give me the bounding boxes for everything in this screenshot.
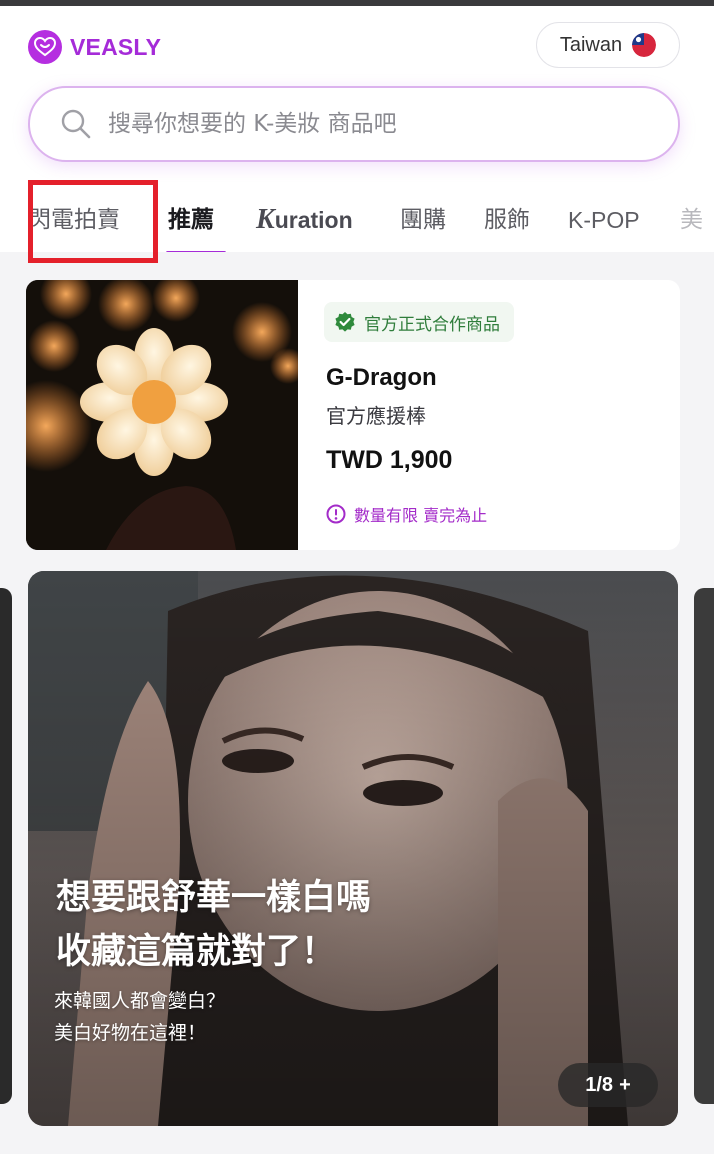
banner-subtitle-line-2: 美白好物在這裡！ [54, 1022, 207, 1044]
tab-group-buy[interactable]: 團購 [400, 202, 446, 238]
tab-flash-auction[interactable]: 閃電拍賣 [28, 202, 120, 238]
taiwan-flag-icon [632, 33, 657, 57]
pager-count: 1/8 [585, 1073, 614, 1096]
search-bar[interactable] [28, 86, 680, 162]
heart-smile-logo-icon [28, 30, 62, 64]
search-input[interactable] [108, 111, 648, 137]
banner-subtitle: 來韓國人都會變白？ 美白好物在這裡！ [54, 985, 225, 1049]
kuration-k: K [256, 204, 275, 235]
tab-beauty[interactable]: 美 [680, 202, 703, 238]
official-badge: 官方正式合作商品 [324, 302, 514, 342]
product-name: G-Dragon [326, 364, 437, 391]
stock-note-text: 數量有限 賣完為止 [354, 506, 488, 525]
tab-fashion[interactable]: 服飾 [484, 202, 530, 238]
product-price: TWD 1,900 [326, 446, 453, 474]
next-banner-peek[interactable] [694, 588, 714, 1104]
tab-recommended[interactable]: 推薦 [168, 202, 214, 238]
app-header: VEASLY Taiwan 閃電拍賣 推薦 Kuration 團購 服飾 K-P… [0, 6, 714, 252]
product-info: 官方正式合作商品 G-Dragon 官方應援棒 TWD 1,900 數量有限 賣… [298, 280, 680, 550]
region-label: Taiwan [559, 33, 623, 56]
region-selector-button[interactable]: Taiwan [536, 22, 680, 68]
banner-title: 想要跟舒華一樣白嗎 收藏這篇就對了！ [56, 871, 371, 979]
brand-name: VEASLY [70, 33, 162, 60]
active-tab-indicator [166, 251, 226, 252]
banner-title-line-2: 收藏這篇就對了！ [56, 932, 337, 972]
badge-label: 官方正式合作商品 [364, 314, 500, 335]
brand-logo[interactable]: VEASLY [28, 30, 161, 64]
category-tabs: 閃電拍賣 推薦 Kuration 團購 服飾 K-POP 美 [0, 196, 714, 252]
search-icon [61, 109, 91, 139]
feature-banner[interactable]: 想要跟舒華一樣白嗎 收藏這篇就對了！ 來韓國人都會變白？ 美白好物在這裡！ 1/… [28, 571, 678, 1126]
prev-banner-peek[interactable] [0, 588, 12, 1104]
banner-pager-button[interactable]: 1/8 + [558, 1063, 658, 1107]
product-image [26, 280, 298, 550]
product-card[interactable]: 官方正式合作商品 G-Dragon 官方應援棒 TWD 1,900 數量有限 賣… [26, 280, 680, 550]
plus-icon: + [619, 1073, 631, 1096]
kuration-rest: uration [274, 207, 353, 233]
verified-check-icon [335, 312, 355, 332]
product-subtitle: 官方應援棒 [326, 404, 426, 428]
banner-subtitle-line-1: 來韓國人都會變白？ [54, 990, 226, 1012]
tab-kpop[interactable]: K-POP [568, 202, 640, 238]
stock-note: 數量有限 賣完為止 [326, 502, 487, 526]
banner-title-line-1: 想要跟舒華一樣白嗎 [56, 878, 372, 918]
tab-kuration[interactable]: Kuration [256, 202, 353, 238]
alert-circle-icon [326, 504, 346, 524]
